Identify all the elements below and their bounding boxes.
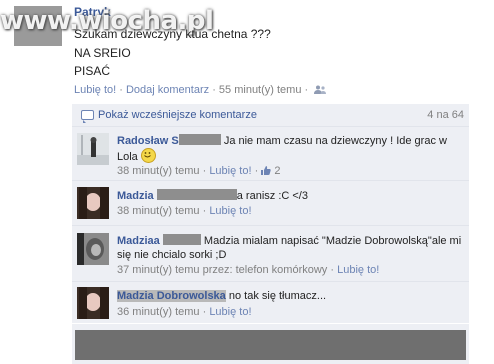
thumbs-up-icon <box>261 166 271 175</box>
comment-item: Madzia Dobrowolska no tak się tłumacz...… <box>72 282 469 323</box>
comment-like-link[interactable]: Lubię to! <box>209 165 251 177</box>
commenter-name[interactable]: Madzia <box>117 190 154 202</box>
comment-time: 38 minut(y) temu <box>117 165 200 177</box>
commenter-avatar[interactable] <box>77 133 109 165</box>
post-time: 55 minut(y) temu <box>218 84 302 96</box>
comment-text: a ranisz :C </3 <box>236 190 308 202</box>
comment-meta: 38 minut(y) temu · Lubię to! <box>117 205 252 217</box>
comments-count: 4 na 64 <box>427 109 464 121</box>
commenter-avatar[interactable] <box>77 287 109 319</box>
post-meta-separator: · <box>209 84 219 96</box>
comment-like-count[interactable]: 2 <box>274 165 280 177</box>
write-comment-area <box>72 324 469 364</box>
redacted-name <box>178 134 221 145</box>
show-previous-comments-row[interactable]: Pokaż wcześniejsze komentarze 4 na 64 <box>72 104 469 127</box>
commenter-name[interactable]: Madzia Dobrowolska <box>117 290 226 302</box>
comment-like-link[interactable]: Lubię to! <box>209 205 251 217</box>
comment-time: 37 minut(y) temu przez: telefon komórkow… <box>117 264 328 276</box>
write-comment-input[interactable] <box>75 330 466 360</box>
comment-body: Madzia a ranisz :C </3 <box>117 189 462 203</box>
comment-body: Radosław S Ja nie mam czasu na dziewczyn… <box>117 134 462 164</box>
people-icon <box>314 85 327 94</box>
comment-time: 38 minut(y) temu <box>117 205 200 217</box>
redacted-name <box>162 234 201 245</box>
post-meta-separator: · <box>301 84 312 96</box>
comment-item: Madzia a ranisz :C </3 38 minut(y) temu … <box>72 181 469 225</box>
comment-meta: 36 minut(y) temu · Lubię to! <box>117 306 252 318</box>
show-previous-comments-link[interactable]: Pokaż wcześniejsze komentarze <box>98 109 257 121</box>
post-meta-separator: · <box>116 84 126 96</box>
comment-body: Madzia Dobrowolska no tak się tłumacz... <box>117 289 462 303</box>
comment-like-link[interactable]: Lubię to! <box>337 264 379 276</box>
comment-text: no tak się tłumacz... <box>228 290 327 302</box>
commenter-name[interactable]: Madziaa <box>117 235 160 247</box>
smiley-icon <box>140 148 156 163</box>
comment-item: Madziaa Madzia mialam napisać "Madzie Do… <box>72 226 469 281</box>
post-text-line-2: NA SREIO <box>74 46 131 60</box>
comment-item: Radosław S Ja nie mam czasu na dziewczyn… <box>72 127 469 180</box>
commenter-avatar[interactable] <box>77 233 109 265</box>
comment-like-link[interactable]: Lubię to! <box>209 306 251 318</box>
commenter-avatar[interactable] <box>77 187 109 219</box>
post-meta: Lubię to! · Dodaj komentarz · 55 minut(y… <box>74 84 327 96</box>
redacted-name <box>156 189 237 200</box>
comment-meta: 38 minut(y) temu · Lubię to! · 2 <box>117 165 281 177</box>
post-add-comment-link[interactable]: Dodaj komentarz <box>126 84 209 96</box>
comment-bubble-icon <box>81 110 94 123</box>
post-like-link[interactable]: Lubię to! <box>74 84 116 96</box>
post-text-line-1: Szukam dziewczyny ktua chetna ??? <box>74 27 271 41</box>
comments-section: Pokaż wcześniejsze komentarze 4 na 64 Ra… <box>72 104 469 364</box>
comment-time: 36 minut(y) temu <box>117 306 200 318</box>
comment-body: Madziaa Madzia mialam napisać "Madzie Do… <box>117 234 462 262</box>
post-text-line-3: PISAĆ <box>74 64 111 78</box>
commenter-name[interactable]: Radosław S <box>117 135 179 147</box>
comment-meta: 37 minut(y) temu przez: telefon komórkow… <box>117 264 380 276</box>
